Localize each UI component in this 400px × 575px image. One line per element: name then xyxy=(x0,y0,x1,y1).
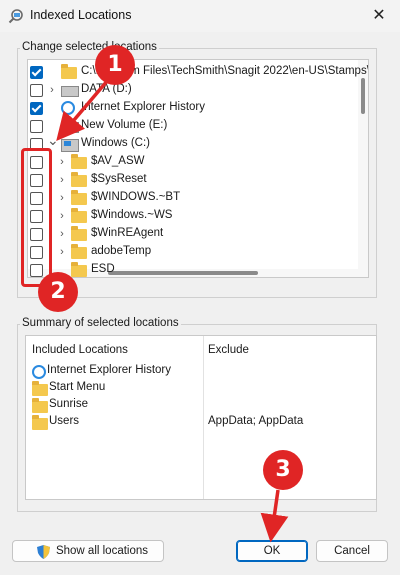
callout-2: 2 xyxy=(38,272,78,312)
callout-1: 1 xyxy=(95,45,135,85)
callout-1-arrow xyxy=(56,78,110,142)
callout-3: 3 xyxy=(263,450,303,490)
callout-3-arrow xyxy=(260,489,289,543)
